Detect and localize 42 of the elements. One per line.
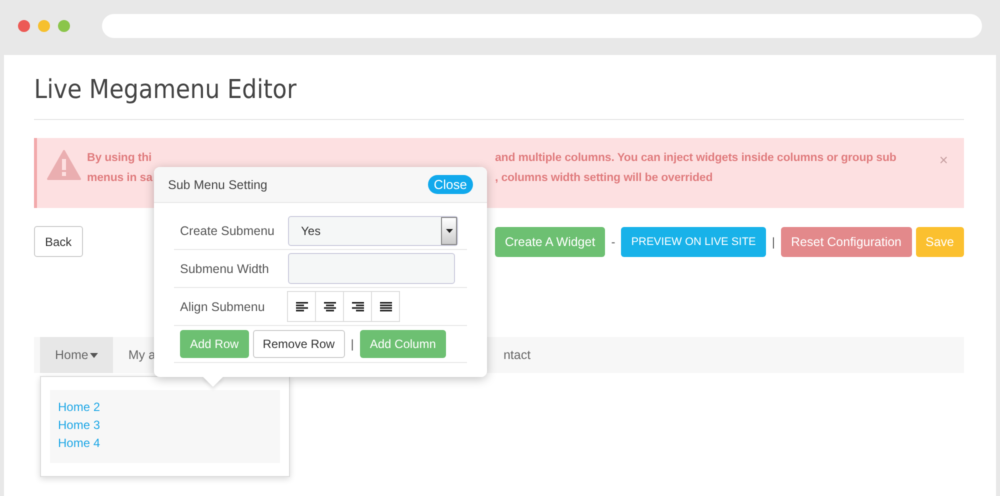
minimize-window-dot[interactable] — [38, 20, 50, 32]
submenu-select[interactable]: Yes — [288, 216, 458, 246]
alert-text: By using thi — [87, 151, 152, 166]
menu-item[interactable]: ntact — [488, 337, 546, 373]
align-button[interactable] — [287, 291, 316, 322]
alert-text: menus in sa — [87, 171, 152, 186]
warning-icon — [47, 150, 81, 180]
field-label: Submenu Width — [180, 262, 270, 276]
separator-text: - — [610, 234, 616, 248]
align-button[interactable] — [315, 291, 344, 322]
toolbar-button[interactable]: PREVIEW ON LIVE SITE — [621, 226, 766, 256]
width-input-field[interactable] — [288, 253, 455, 284]
close-icon[interactable]: × — [939, 152, 948, 169]
caret-icon — [446, 229, 452, 233]
alert-text: , columns width setting will be overrided — [495, 171, 713, 186]
align-button[interactable] — [343, 291, 372, 322]
dropdown-link[interactable]: Home 2 — [58, 400, 272, 414]
align-right-icon — [352, 302, 364, 312]
popup-title: Sub Menu Setting — [168, 178, 268, 192]
maximize-window-dot[interactable] — [58, 20, 70, 32]
separator-text: | — [350, 337, 355, 351]
action-button[interactable]: Add Row — [180, 330, 249, 358]
menu-item[interactable]: Home — [40, 337, 114, 373]
align-button[interactable] — [371, 291, 400, 322]
back-button[interactable]: Back — [34, 226, 83, 257]
dropdown-link[interactable]: Home 3 — [58, 418, 272, 432]
align-justify-icon — [380, 302, 392, 312]
separator-text: | — [770, 234, 776, 248]
page-title: Live Megamenu Editor — [34, 75, 964, 120]
toolbar-button[interactable]: Reset Configuration — [781, 226, 912, 256]
action-button[interactable]: Remove Row — [252, 330, 345, 358]
action-button[interactable]: Add Column — [360, 330, 446, 358]
toolbar-button[interactable]: Create A Widget — [494, 226, 606, 256]
align-center-icon — [324, 302, 336, 312]
close-window-dot[interactable] — [18, 20, 30, 32]
field-label: Align Submenu — [180, 300, 266, 314]
toolbar-button[interactable]: Save — [916, 226, 964, 256]
close-button[interactable]: Close — [428, 175, 473, 194]
field-label: Create Submenu — [180, 224, 276, 238]
alert-text: and multiple columns. You can inject widgets inside columns or group sub — [495, 151, 896, 166]
dropdown-link[interactable]: Home 4 — [58, 436, 272, 450]
align-left-icon — [296, 302, 308, 312]
